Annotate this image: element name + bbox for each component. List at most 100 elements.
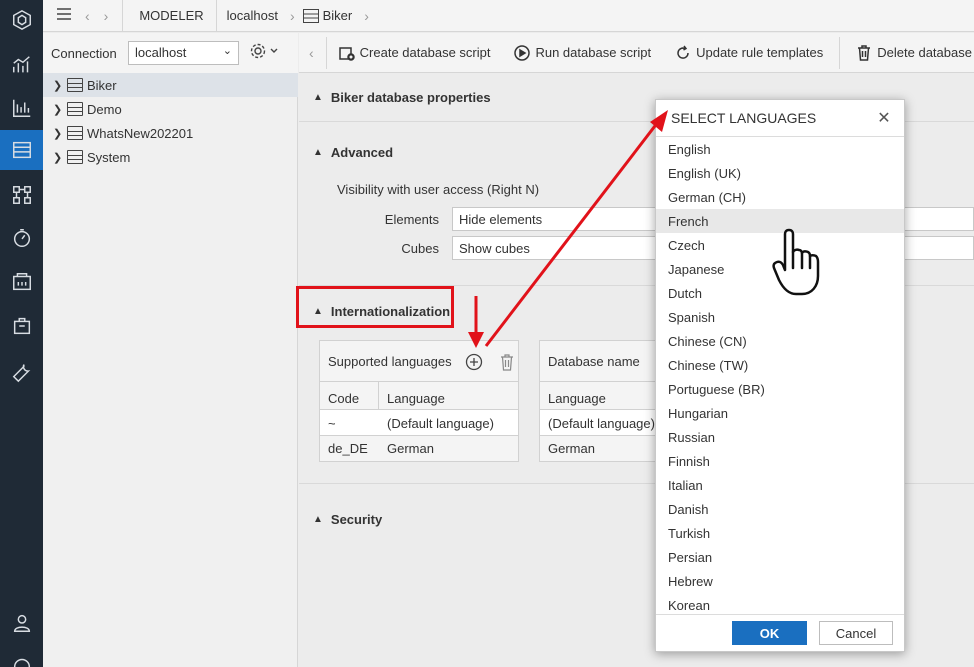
info-icon[interactable] bbox=[0, 645, 43, 667]
table-row[interactable]: de_DE German bbox=[320, 436, 518, 461]
language-option[interactable]: French bbox=[656, 209, 904, 233]
user-icon[interactable] bbox=[0, 603, 43, 643]
language-option[interactable]: Persian bbox=[656, 545, 904, 569]
chevron-down-icon: ⌄ bbox=[222, 45, 232, 57]
annotation-highlight bbox=[296, 286, 454, 328]
database-name-panel: Database name Language (Default language… bbox=[539, 340, 659, 462]
language-option[interactable]: Japanese bbox=[656, 257, 904, 281]
breadcrumb-modeler[interactable]: MODELER bbox=[139, 8, 203, 23]
language-option[interactable]: Hungarian bbox=[656, 401, 904, 425]
tree-item-system[interactable]: ❯ System bbox=[43, 145, 298, 169]
table-row[interactable]: (Default language) bbox=[540, 410, 658, 435]
chevron-right-icon: › bbox=[364, 7, 369, 24]
column-language: Language bbox=[387, 391, 445, 406]
reports-icon[interactable] bbox=[0, 88, 43, 128]
menu-icon[interactable] bbox=[57, 8, 71, 23]
language-option[interactable]: German (CH) bbox=[656, 185, 904, 209]
expand-icon[interactable]: ❯ bbox=[53, 151, 63, 164]
cancel-button[interactable]: Cancel bbox=[819, 621, 893, 645]
store-icon[interactable] bbox=[0, 262, 43, 302]
language-option[interactable]: Portuguese (BR) bbox=[656, 377, 904, 401]
delete-database-button[interactable]: Delete database bbox=[856, 44, 972, 61]
dialog-header: SELECT LANGUAGES ✕ bbox=[656, 100, 904, 137]
play-icon bbox=[514, 44, 531, 61]
elements-label: Elements bbox=[384, 212, 439, 227]
scheduler-icon[interactable] bbox=[0, 218, 43, 258]
visibility-label: Visibility with user access (Right N) bbox=[337, 182, 540, 197]
chevron-left-icon[interactable]: ‹ bbox=[309, 45, 314, 61]
ok-button[interactable]: OK bbox=[732, 621, 807, 645]
divider bbox=[325, 36, 327, 69]
wrench-icon[interactable] bbox=[0, 352, 43, 392]
app-logo-icon[interactable] bbox=[0, 0, 43, 40]
package-icon[interactable] bbox=[0, 306, 43, 346]
language-option[interactable]: English (UK) bbox=[656, 161, 904, 185]
run-script-button[interactable]: Run database script bbox=[514, 44, 652, 61]
language-option[interactable]: Hebrew bbox=[656, 569, 904, 593]
tree-item-demo[interactable]: ❯ Demo bbox=[43, 97, 298, 121]
create-script-button[interactable]: Create database script bbox=[338, 45, 490, 61]
column-code: Code bbox=[328, 391, 360, 406]
column-language: Language bbox=[548, 391, 606, 406]
language-option[interactable]: Russian bbox=[656, 425, 904, 449]
section-properties[interactable]: ▲ Biker database properties bbox=[313, 90, 491, 105]
connection-value: localhost bbox=[135, 45, 187, 60]
plus-circle-icon bbox=[465, 353, 483, 371]
tree-item-biker[interactable]: ❯ Biker bbox=[43, 73, 298, 97]
delete-database-label: Delete database bbox=[877, 45, 972, 60]
cubes-label: Cubes bbox=[401, 241, 439, 256]
etl-icon[interactable] bbox=[0, 175, 43, 215]
cell-code: de_DE bbox=[328, 441, 368, 456]
expand-icon[interactable]: ❯ bbox=[53, 127, 63, 140]
language-option[interactable]: Dutch bbox=[656, 281, 904, 305]
caret-up-icon: ▲ bbox=[313, 147, 323, 158]
table-row[interactable]: ~ (Default language) bbox=[320, 410, 518, 435]
dialog-footer: OK Cancel bbox=[656, 614, 904, 651]
tree-item-label: Demo bbox=[87, 101, 122, 117]
update-rules-label: Update rule templates bbox=[696, 45, 824, 60]
language-option[interactable]: English bbox=[656, 137, 904, 161]
gear-menu[interactable] bbox=[249, 42, 279, 63]
supported-languages-title: Supported languages bbox=[328, 354, 452, 369]
add-language-button[interactable] bbox=[465, 353, 483, 374]
breadcrumb-localhost[interactable]: localhost bbox=[227, 8, 278, 23]
expand-icon[interactable]: ❯ bbox=[53, 103, 63, 116]
cell-code: ~ bbox=[328, 416, 336, 431]
run-script-label: Run database script bbox=[535, 45, 652, 60]
language-option[interactable]: Chinese (CN) bbox=[656, 329, 904, 353]
connection-row: Connection localhost ⌄ bbox=[43, 33, 298, 73]
language-option[interactable]: Czech bbox=[656, 233, 904, 257]
select-languages-dialog: SELECT LANGUAGES ✕ English English (UK) Ge… bbox=[655, 99, 905, 652]
language-option[interactable]: Spanish bbox=[656, 305, 904, 329]
forward-icon[interactable]: › bbox=[104, 8, 109, 24]
section-properties-title: Biker database properties bbox=[330, 90, 491, 105]
breadcrumb-biker[interactable]: Biker bbox=[302, 8, 353, 23]
chevron-right-icon: › bbox=[289, 7, 295, 24]
modeler-icon[interactable] bbox=[0, 130, 43, 170]
close-icon[interactable]: ✕ bbox=[874, 108, 894, 128]
connection-select[interactable]: localhost ⌄ bbox=[128, 41, 239, 65]
language-option[interactable]: Danish bbox=[656, 497, 904, 521]
top-bar: ‹ › MODELER localhost › Biker › bbox=[43, 0, 974, 32]
nav-rail bbox=[0, 0, 43, 667]
divider bbox=[215, 0, 217, 32]
breadcrumb-biker-label: Biker bbox=[322, 8, 353, 23]
cell-language: German bbox=[548, 441, 595, 456]
section-advanced[interactable]: ▲ Advanced bbox=[313, 145, 393, 160]
language-option[interactable]: Turkish bbox=[656, 521, 904, 545]
table-row[interactable]: German bbox=[540, 436, 658, 461]
tree-item-label: WhatsNew202201 bbox=[87, 125, 194, 141]
trash-icon bbox=[501, 354, 513, 371]
section-security[interactable]: ▲ Security bbox=[313, 512, 382, 527]
tree-item-whatsnew[interactable]: ❯ WhatsNew202201 bbox=[43, 121, 298, 145]
language-option[interactable]: Chinese (TW) bbox=[656, 353, 904, 377]
analytics-icon[interactable] bbox=[0, 45, 43, 85]
back-icon[interactable]: ‹ bbox=[85, 8, 90, 24]
delete-language-button[interactable] bbox=[499, 353, 515, 374]
update-rules-button[interactable]: Update rule templates bbox=[675, 45, 823, 61]
expand-icon[interactable]: ❯ bbox=[53, 79, 63, 92]
caret-up-icon: ▲ bbox=[313, 92, 323, 103]
supported-languages-panel: Supported languages Code Language ~ (Def… bbox=[319, 340, 519, 462]
language-option[interactable]: Finnish bbox=[656, 449, 904, 473]
language-option[interactable]: Italian bbox=[656, 473, 904, 497]
